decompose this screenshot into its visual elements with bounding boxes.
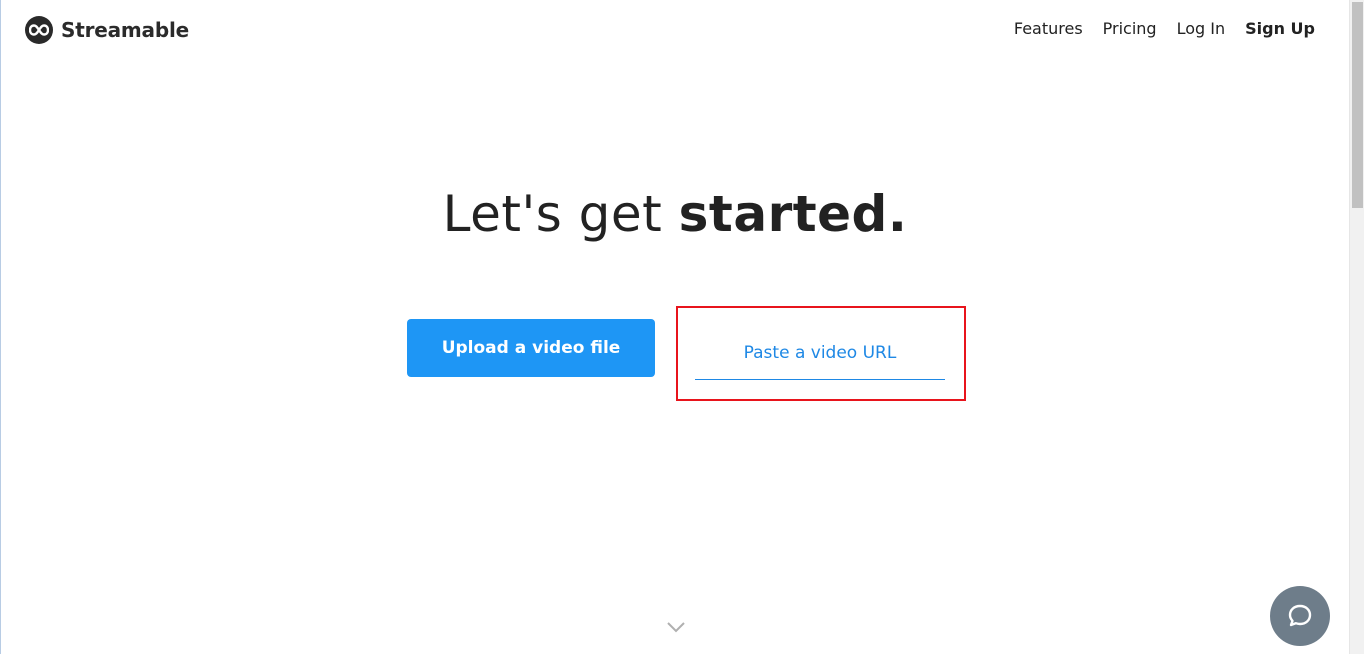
nav-signup-link[interactable]: Sign Up [1245, 19, 1315, 38]
nav-login-link[interactable]: Log In [1177, 19, 1226, 38]
chevron-down-icon[interactable] [665, 620, 687, 634]
brand-name: Streamable [61, 18, 189, 42]
headline-light: Let's get [442, 185, 679, 243]
nav-features-link[interactable]: Features [1014, 19, 1083, 38]
vertical-scrollbar[interactable] [1349, 0, 1364, 654]
headline-bold: started. [678, 185, 908, 243]
brand-logo-link[interactable]: Streamable [25, 16, 189, 44]
upload-video-button[interactable]: Upload a video file [407, 319, 655, 377]
top-nav: Features Pricing Log In Sign Up [1014, 19, 1315, 38]
scrollbar-thumb[interactable] [1352, 2, 1363, 208]
nav-pricing-link[interactable]: Pricing [1103, 19, 1157, 38]
page-headline: Let's get started. [1, 185, 1349, 243]
chat-launcher-button[interactable] [1270, 586, 1330, 646]
page: Streamable Features Pricing Log In Sign … [0, 0, 1364, 654]
video-url-input[interactable] [695, 326, 945, 380]
chat-bubble-icon [1288, 604, 1312, 627]
infinity-logo-icon [25, 16, 53, 44]
